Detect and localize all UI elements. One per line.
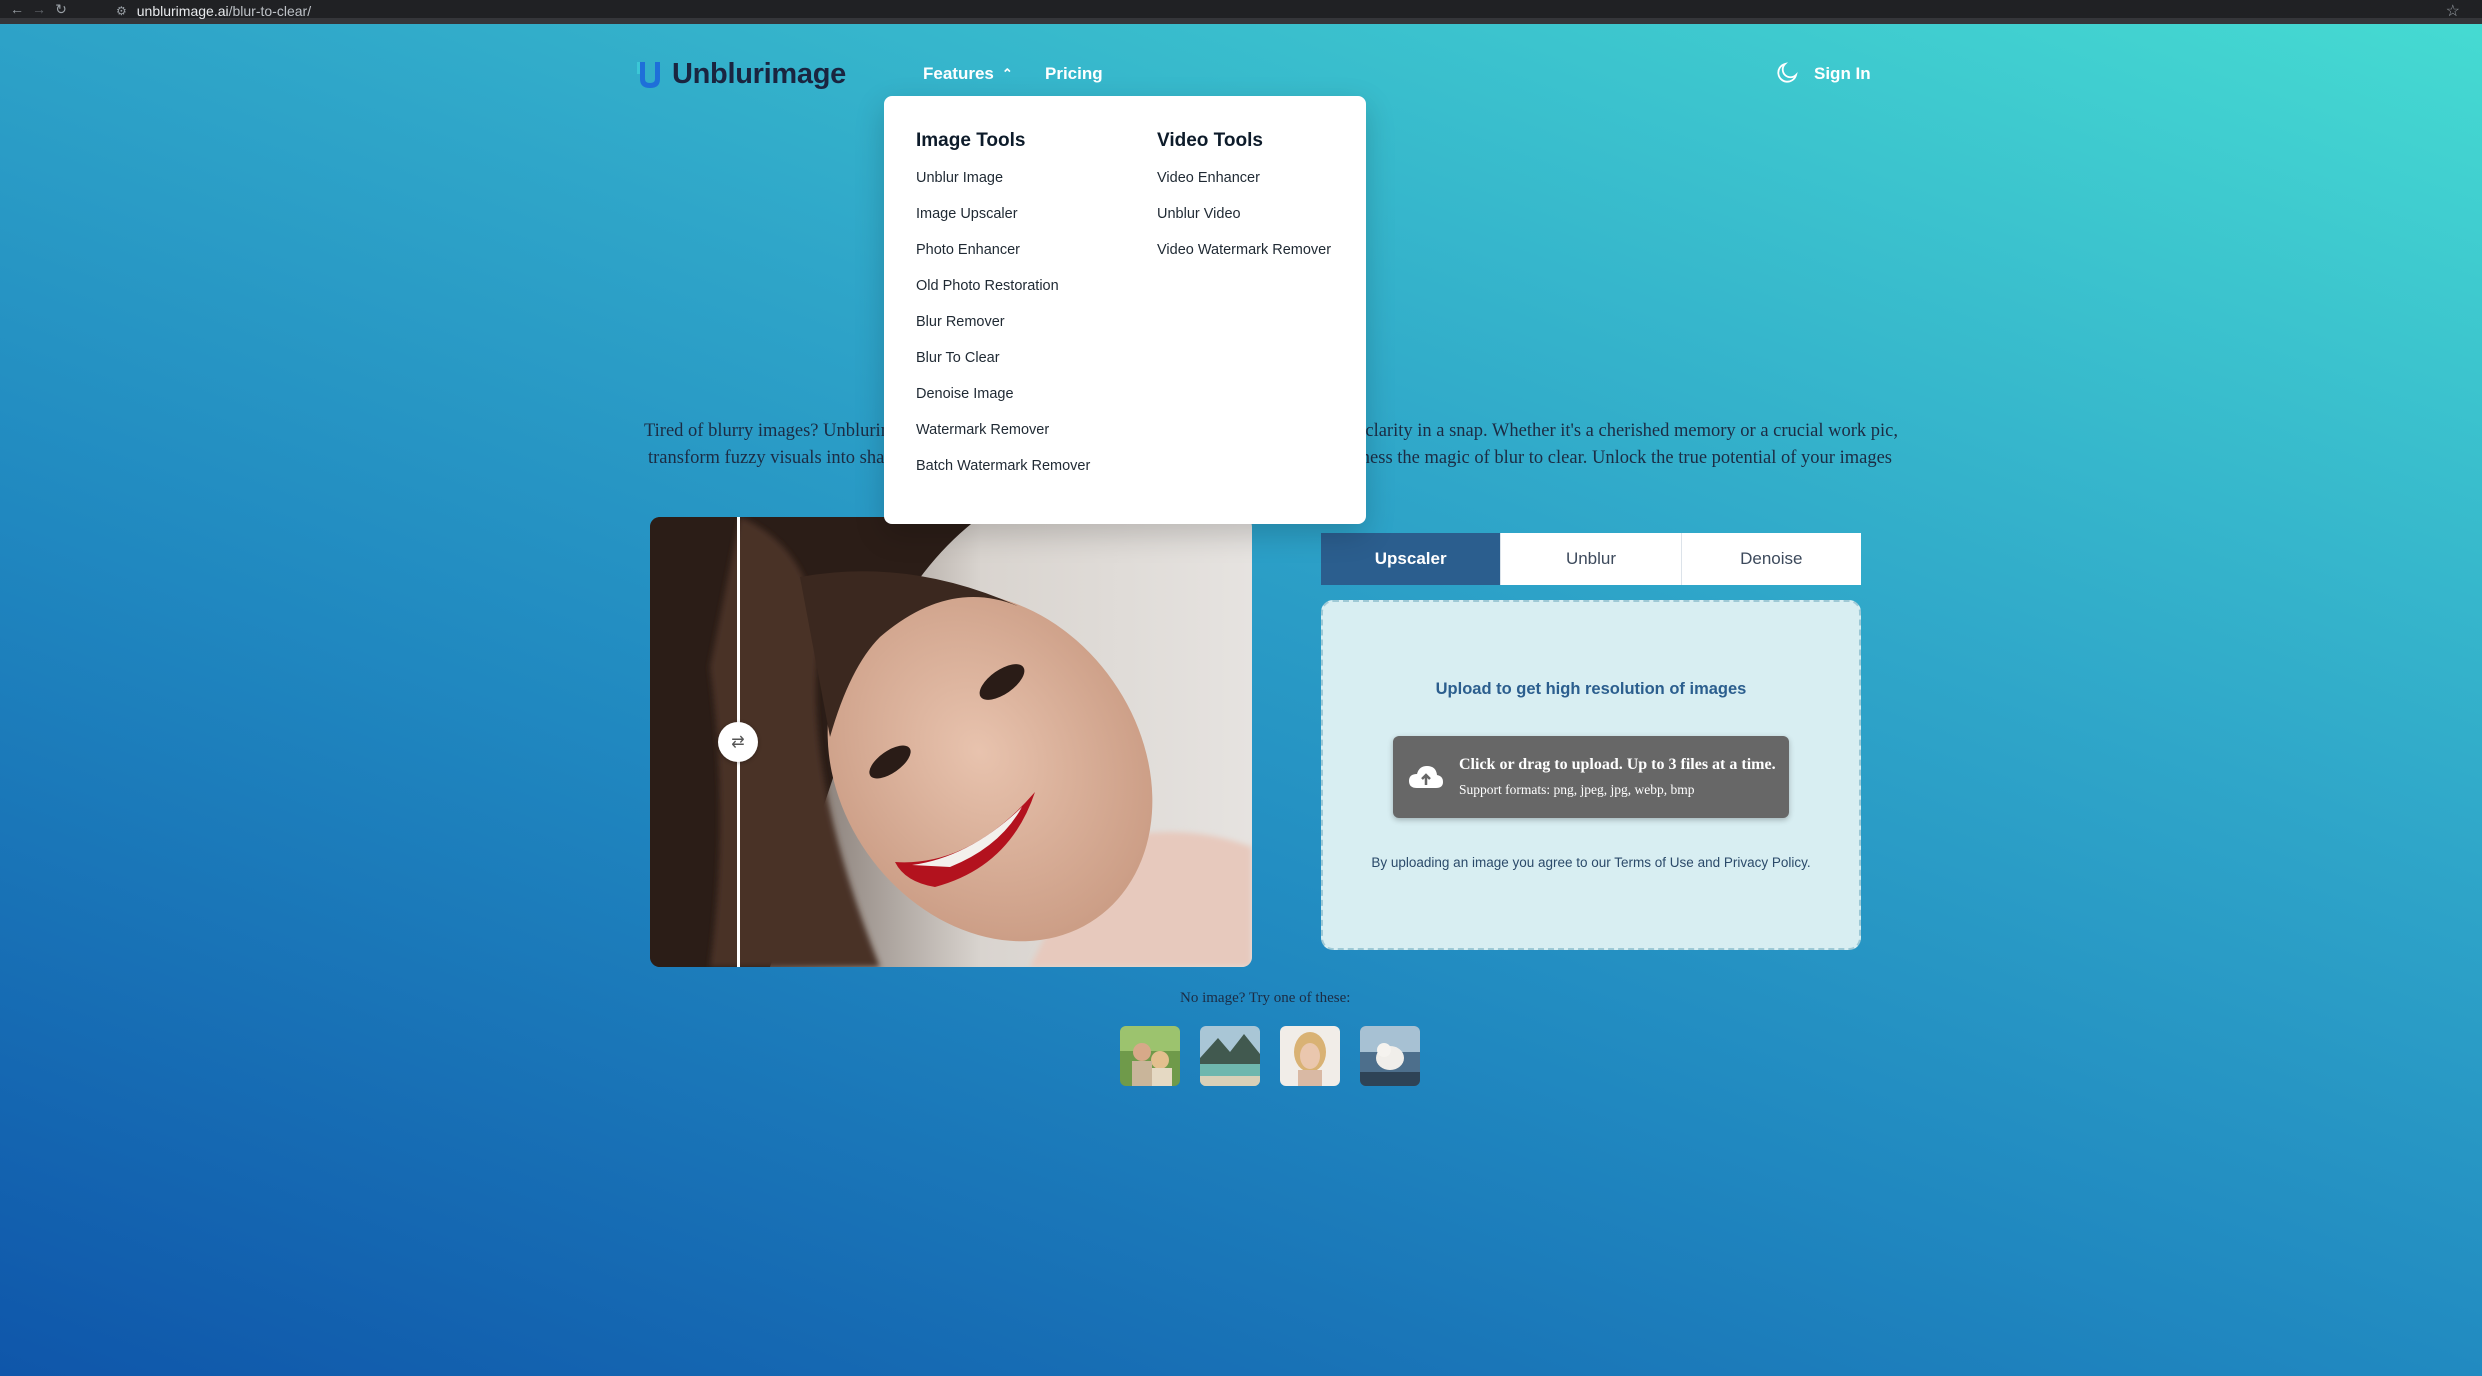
url-path: /blur-to-clear/	[228, 3, 312, 19]
reload-icon[interactable]: ↻	[50, 1, 72, 18]
menu-item-blur-remover[interactable]: Blur Remover	[916, 312, 1090, 348]
hero-line1-left: Tired of blurry images? Unblurin	[644, 421, 890, 441]
site-info-icon[interactable]: ⚙	[116, 4, 127, 18]
upload-terms: By uploading an image you agree to our T…	[1371, 855, 1811, 870]
menu-item-unblur-image[interactable]: Unblur Image	[916, 168, 1090, 204]
sample-image-cat[interactable]	[1360, 1026, 1420, 1086]
browser-toolbar: ← → ↻ ⚙ unblurimage.ai/blur-to-clear/ ☆	[0, 0, 2482, 24]
image-tools-column: Image Tools Unblur Image Image Upscaler …	[916, 130, 1090, 492]
address-bar[interactable]: ⚙ unblurimage.ai/blur-to-clear/	[116, 0, 2436, 22]
menu-item-image-upscaler[interactable]: Image Upscaler	[916, 204, 1090, 240]
hero-line1-right: s clarity in a snap. Whether it's a cher…	[1353, 421, 1898, 441]
tab-upscaler[interactable]: Upscaler	[1321, 533, 1502, 585]
menu-item-blur-to-clear[interactable]: Blur To Clear	[916, 348, 1090, 384]
nav-pricing[interactable]: Pricing	[1045, 64, 1103, 84]
menu-item-unblur-video[interactable]: Unblur Video	[1157, 204, 1331, 240]
video-tools-column: Video Tools Video Enhancer Unblur Video …	[1157, 130, 1331, 276]
url-domain: unblurimage.ai	[136, 3, 229, 19]
logo-text: Unblurimage	[672, 58, 846, 90]
bookmark-star-icon[interactable]: ☆	[2446, 1, 2460, 21]
sample-images	[1120, 1026, 1420, 1086]
swap-arrows-icon[interactable]: ⇄	[718, 722, 758, 762]
image-tools-heading: Image Tools	[916, 130, 1026, 151]
menu-item-batch-watermark-remover[interactable]: Batch Watermark Remover	[916, 456, 1090, 492]
site-logo[interactable]: Unblurimage	[636, 58, 846, 91]
back-icon[interactable]: ←	[6, 1, 28, 17]
sample-image-woman[interactable]	[1280, 1026, 1340, 1086]
dark-mode-moon-icon[interactable]	[1776, 62, 1798, 84]
upload-formats: Support formats: png, jpeg, jpg, webp, b…	[1459, 782, 1695, 797]
upload-button[interactable]: Click or drag to upload. Up to 3 files a…	[1393, 736, 1789, 818]
sign-in-link[interactable]: Sign In	[1814, 64, 1871, 84]
menu-item-watermark-remover[interactable]: Watermark Remover	[916, 420, 1090, 456]
before-after-comparison[interactable]: ⇄	[650, 517, 1252, 967]
logo-mark-icon	[637, 61, 660, 88]
samples-label: No image? Try one of these:	[1180, 990, 1351, 1006]
tool-tabs: Upscaler Unblur Denoise	[1321, 533, 1861, 585]
menu-item-video-watermark-remover[interactable]: Video Watermark Remover	[1157, 240, 1331, 276]
upload-dropzone[interactable]: Upload to get high resolution of images …	[1321, 600, 1861, 950]
tab-unblur[interactable]: Unblur	[1501, 533, 1682, 585]
features-dropdown-menu: Image Tools Unblur Image Image Upscaler …	[884, 96, 1366, 524]
nav-features-label: Features	[923, 64, 994, 83]
hero-line2-left: transform fuzzy visuals into shar	[648, 448, 891, 468]
nav-features[interactable]: Features ⌃	[923, 64, 1013, 84]
url-text: unblurimage.ai/blur-to-clear/	[137, 3, 311, 19]
menu-item-video-enhancer[interactable]: Video Enhancer	[1157, 168, 1331, 204]
menu-item-old-photo-restoration[interactable]: Old Photo Restoration	[916, 276, 1090, 312]
hero-line2-right: itness the magic of blur to clear. Unloc…	[1350, 448, 1893, 468]
chevron-up-icon: ⌃	[1001, 66, 1013, 81]
tab-denoise[interactable]: Denoise	[1681, 533, 1861, 585]
video-tools-heading: Video Tools	[1157, 130, 1263, 151]
forward-icon[interactable]: →	[28, 1, 50, 17]
upload-title: Upload to get high resolution of images	[1435, 680, 1747, 698]
sample-image-couple[interactable]	[1120, 1026, 1180, 1086]
menu-item-photo-enhancer[interactable]: Photo Enhancer	[916, 240, 1090, 276]
menu-item-denoise-image[interactable]: Denoise Image	[916, 384, 1090, 420]
upload-button-label: Click or drag to upload. Up to 3 files a…	[1459, 756, 1776, 773]
sample-image-lake[interactable]	[1200, 1026, 1260, 1086]
cloud-upload-icon	[1409, 766, 1443, 788]
